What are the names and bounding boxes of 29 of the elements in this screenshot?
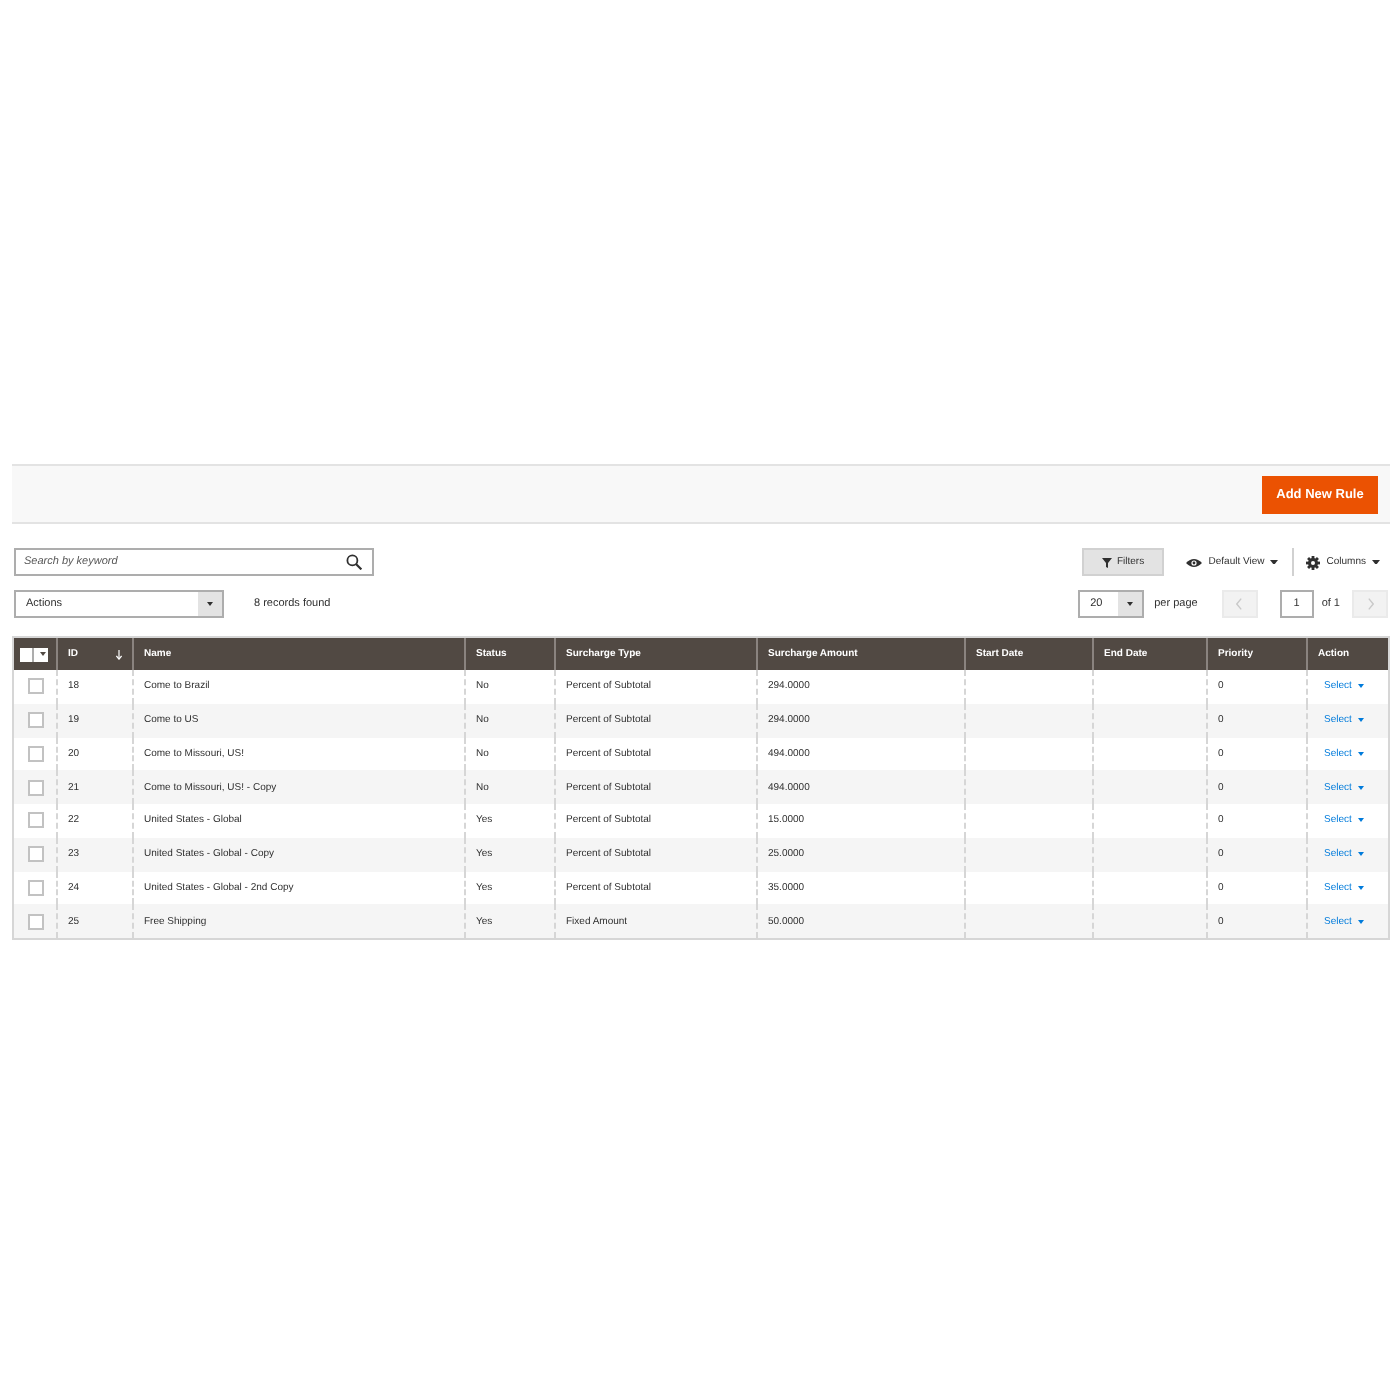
caret-icon xyxy=(1118,592,1143,616)
gear-icon xyxy=(1306,555,1321,569)
caret-icon xyxy=(1357,885,1364,890)
row-checkbox[interactable] xyxy=(27,712,43,729)
chevron-left-icon xyxy=(1236,598,1243,610)
row-checkbox[interactable] xyxy=(27,678,43,695)
row-checkbox[interactable] xyxy=(27,779,43,796)
caret-icon xyxy=(1270,559,1279,565)
sort-arrow-icon[interactable] xyxy=(116,649,122,659)
caret-icon xyxy=(1357,919,1364,924)
funnel-icon xyxy=(1102,557,1113,567)
row-checkbox[interactable] xyxy=(27,812,43,829)
caret-icon xyxy=(1357,718,1364,723)
caret-icon xyxy=(198,592,222,616)
caret-icon xyxy=(1357,751,1364,756)
row-checkbox[interactable] xyxy=(27,913,43,930)
caret-icon xyxy=(1357,684,1364,689)
mass-select-control[interactable] xyxy=(20,647,48,661)
search-icon[interactable] xyxy=(346,554,362,570)
caret-icon xyxy=(1357,818,1364,823)
caret-icon xyxy=(40,652,46,656)
chevron-right-icon xyxy=(1367,598,1373,610)
caret-icon xyxy=(1372,559,1380,565)
row-checkbox[interactable] xyxy=(27,846,43,863)
row-checkbox[interactable] xyxy=(27,879,43,896)
row-checkbox[interactable] xyxy=(27,745,43,762)
eye-icon xyxy=(1186,557,1203,567)
caret-icon xyxy=(1357,852,1364,857)
caret-icon xyxy=(1357,785,1364,790)
